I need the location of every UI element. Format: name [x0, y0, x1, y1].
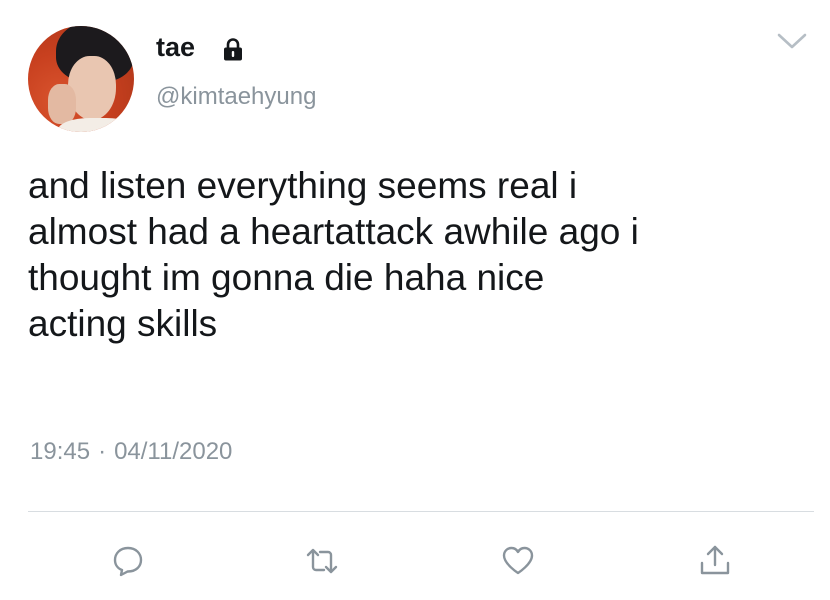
timestamp-separator: ·: [98, 438, 107, 465]
tweet-line: and listen everything seems real i: [28, 165, 578, 206]
reply-icon[interactable]: [110, 543, 146, 579]
tweet-time: 19:45: [30, 438, 91, 465]
avatar[interactable]: [28, 26, 134, 132]
divider: [28, 511, 814, 512]
lock-icon: [224, 38, 242, 61]
retweet-icon[interactable]: [304, 543, 340, 579]
tweet-line: acting skills: [28, 303, 218, 344]
avatar-hand: [48, 84, 76, 124]
user-handle[interactable]: @kimtaehyung: [156, 82, 316, 112]
tweet-date: 04/11/2020: [114, 438, 233, 465]
tweet-timestamp[interactable]: 19:45 · 04/11/2020: [30, 437, 232, 467]
tweet-text: and listen everything seems real i almos…: [28, 163, 818, 347]
share-icon[interactable]: [697, 543, 733, 579]
tweet-card: tae @kimtaehyung and listen everything s…: [0, 0, 830, 600]
tweet-line: almost had a heartattack awhile ago i: [28, 211, 639, 252]
tweet-line: thought im gonna die haha nice: [28, 257, 545, 298]
avatar-shirt: [58, 118, 134, 132]
chevron-down-icon[interactable]: [776, 30, 808, 52]
display-name[interactable]: tae: [156, 30, 195, 64]
heart-icon[interactable]: [500, 543, 536, 579]
